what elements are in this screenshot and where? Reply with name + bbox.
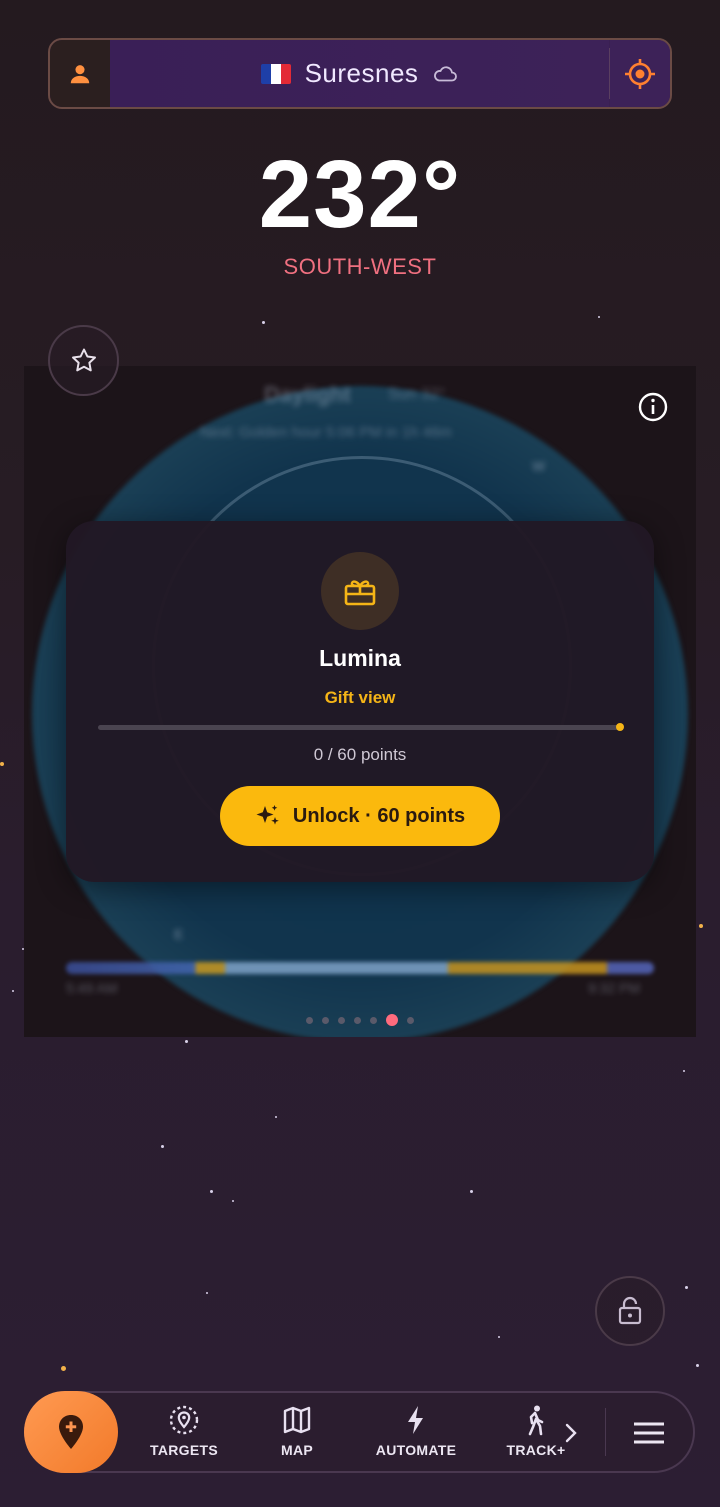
- page-dot-active[interactable]: [386, 1014, 398, 1026]
- bottom-navigation: [24, 1391, 695, 1473]
- page-dot[interactable]: [306, 1016, 313, 1024]
- crosshair-icon: [625, 58, 655, 89]
- daylight-timeline: [66, 962, 654, 974]
- star-dot: [598, 316, 600, 318]
- progress-end-dot: [616, 723, 624, 731]
- bolt-icon: [408, 1406, 423, 1434]
- star-dot: [0, 762, 4, 766]
- star-dot: [185, 1040, 188, 1043]
- nav-divider: [605, 1408, 606, 1456]
- page-dot[interactable]: [338, 1016, 345, 1024]
- location-selector[interactable]: Suresnes: [110, 40, 609, 107]
- star-dot: [683, 1070, 685, 1072]
- person-icon: [70, 64, 90, 83]
- nav-map-label: MAP: [280, 1442, 313, 1458]
- star-dot: [498, 1336, 500, 1338]
- star-dot: [206, 1292, 208, 1294]
- gift-badge: [321, 552, 399, 630]
- dial-east-label: E: [174, 926, 184, 942]
- menu-button[interactable]: [626, 1414, 672, 1452]
- location-bar: Suresnes: [48, 38, 672, 109]
- page-dot[interactable]: [354, 1016, 361, 1024]
- target-pin-icon: [169, 1405, 199, 1435]
- dial-title: Daylight: [264, 382, 351, 407]
- star-dot: [699, 924, 703, 928]
- sunrise-time: 5:49 AM: [66, 980, 118, 996]
- profile-button[interactable]: [50, 40, 110, 107]
- star-dot: [232, 1200, 234, 1202]
- dial-next-event: Next: Golden hour 5:06 PM in 1h 46m: [200, 424, 452, 441]
- star-dot: [210, 1190, 213, 1193]
- star-dot: [685, 1286, 688, 1289]
- favorite-button[interactable]: [48, 325, 119, 396]
- unlock-card: Lumina Gift view 0 / 60 points Unlock · …: [66, 521, 654, 882]
- walk-icon: [528, 1405, 544, 1436]
- nav-map[interactable]: MAP: [247, 1404, 347, 1464]
- card-subtitle: Gift view: [324, 688, 396, 707]
- star-dot: [262, 321, 265, 324]
- star-dot: [696, 1364, 699, 1367]
- france-flag-icon: [260, 63, 291, 84]
- dial-west-label: W: [532, 458, 546, 474]
- hamburger-icon: [634, 1422, 664, 1444]
- locate-button[interactable]: [610, 40, 670, 107]
- sparkle-icon: [256, 805, 279, 825]
- star-dot: [470, 1190, 473, 1193]
- page-indicator: [24, 1014, 696, 1026]
- card-title: Lumina: [319, 645, 401, 671]
- page-dot[interactable]: [322, 1016, 329, 1024]
- nav-track-plus-label: TRACK+: [506, 1442, 566, 1458]
- star-dot: [161, 1145, 164, 1148]
- star-dot: [275, 1116, 277, 1118]
- points-text: 0 / 60 points: [313, 745, 407, 764]
- nav-automate-label: AUTOMATE: [375, 1442, 457, 1458]
- cloud-icon: [434, 65, 458, 81]
- add-location-button[interactable]: [24, 1391, 118, 1473]
- map-icon: [283, 1406, 311, 1434]
- heading-degrees: 232°: [258, 141, 462, 248]
- info-icon[interactable]: [638, 392, 668, 422]
- page-dot[interactable]: [370, 1016, 377, 1024]
- lock-button[interactable]: [595, 1276, 665, 1346]
- nav-targets-label: TARGETS: [150, 1442, 218, 1458]
- unlock-label: Unlock · 60 points: [292, 804, 466, 827]
- lock-icon: [618, 1296, 642, 1325]
- chevron-right-icon[interactable]: [564, 1422, 578, 1444]
- star-dot: [61, 1366, 66, 1371]
- star-icon: [71, 348, 96, 371]
- sunset-time: 9:32 PM: [588, 980, 641, 996]
- nav-targets[interactable]: TARGETS: [134, 1404, 234, 1464]
- dial-sun-altitude: Sun 32°: [388, 386, 446, 403]
- unlock-button[interactable]: Unlock · 60 points: [220, 786, 500, 846]
- star-dot: [12, 990, 14, 992]
- points-progress: [98, 725, 621, 730]
- city-name: Suresnes: [304, 58, 419, 88]
- page-dot[interactable]: [407, 1016, 414, 1024]
- gift-icon: [344, 580, 376, 606]
- heading-direction: SOUTH-WEST: [283, 254, 437, 279]
- add-pin-icon: [59, 1415, 83, 1449]
- nav-automate[interactable]: AUTOMATE: [366, 1404, 466, 1464]
